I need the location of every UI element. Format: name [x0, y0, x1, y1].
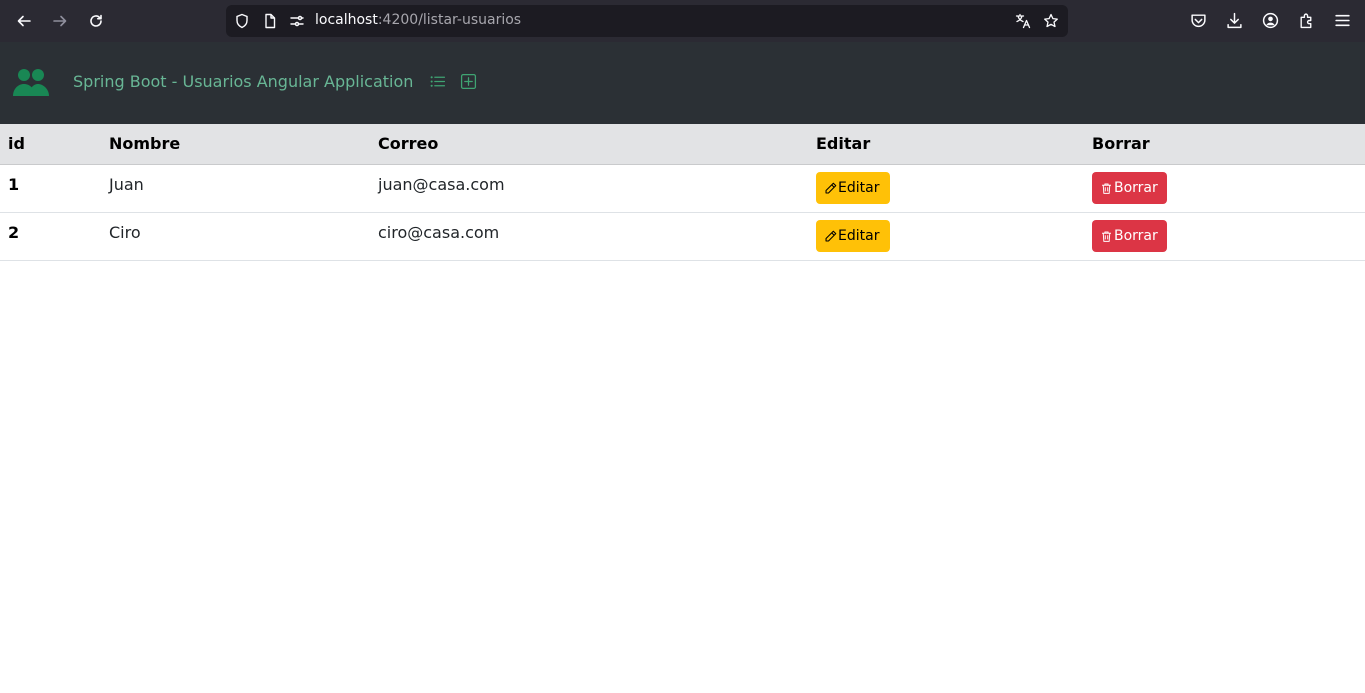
column-header-correo: Correo [378, 134, 439, 153]
url-text[interactable]: localhost:4200/listar-usuarios [315, 12, 521, 28]
pencil-icon [825, 182, 837, 193]
edit-button[interactable]: Editar [816, 220, 890, 252]
column-header-editar: Editar [816, 134, 871, 153]
url-path: :4200/listar-usuarios [377, 12, 522, 28]
reload-icon [90, 14, 102, 27]
add-user-icon[interactable] [460, 73, 477, 90]
url-host: localhost [315, 12, 378, 28]
edit-button-label: Editar [838, 180, 880, 196]
permissions-icon[interactable] [289, 13, 305, 29]
trash-icon [1102, 231, 1111, 242]
list-icon[interactable] [429, 73, 446, 90]
forward-arrow-icon [53, 15, 67, 27]
delete-button[interactable]: Borrar [1092, 220, 1167, 252]
delete-button-label: Borrar [1114, 228, 1158, 244]
delete-button-label: Borrar [1114, 180, 1158, 196]
column-header-borrar: Borrar [1092, 134, 1150, 153]
cell-correo: ciro@casa.com [378, 223, 500, 242]
table-header [0, 124, 1365, 165]
column-header-nombre: Nombre [109, 134, 181, 153]
reload-button[interactable] [84, 9, 108, 33]
brand-title[interactable]: Spring Boot - Usuarios Angular Applicati… [73, 72, 413, 91]
cell-id: 2 [8, 223, 20, 242]
edit-button[interactable]: Editar [816, 172, 890, 204]
cell-nombre: Ciro [109, 223, 141, 242]
browser-toolbar: localhost:4200/listar-usuarios [0, 0, 1365, 42]
bookmark-star-icon[interactable] [1043, 13, 1059, 29]
url-bar[interactable]: localhost:4200/listar-usuarios [226, 5, 1068, 37]
edit-button-label: Editar [838, 228, 880, 244]
menu-icon[interactable] [1333, 11, 1351, 29]
forward-button[interactable] [48, 9, 72, 33]
cell-id: 1 [8, 175, 20, 194]
pencil-icon [825, 230, 837, 241]
downloads-icon[interactable] [1225, 11, 1243, 29]
account-icon[interactable] [1261, 11, 1279, 29]
shield-icon[interactable] [234, 13, 250, 29]
back-arrow-icon [17, 15, 31, 27]
delete-button[interactable]: Borrar [1092, 172, 1167, 204]
back-button[interactable] [12, 9, 36, 33]
trash-icon [1102, 183, 1111, 194]
cell-nombre: Juan [109, 175, 144, 194]
translate-icon[interactable] [1015, 13, 1031, 29]
page-icon[interactable] [262, 13, 278, 29]
users-icon[interactable] [12, 67, 50, 97]
column-header-id: id [8, 134, 25, 153]
pocket-icon[interactable] [1189, 11, 1207, 29]
cell-correo: juan@casa.com [378, 175, 505, 194]
extensions-icon[interactable] [1297, 11, 1315, 29]
